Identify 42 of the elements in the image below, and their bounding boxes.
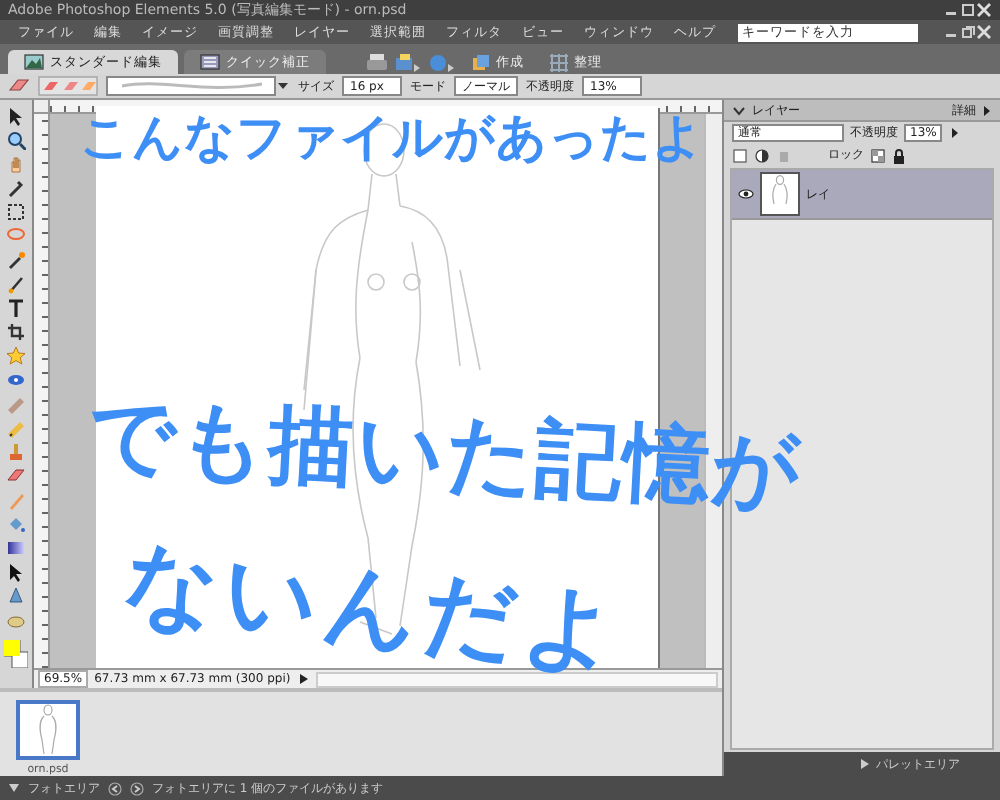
eye-icon[interactable]	[738, 186, 754, 202]
gradient-icon[interactable]	[6, 538, 26, 558]
figure-sketch-icon	[36, 704, 60, 756]
shape-select-icon[interactable]	[6, 562, 26, 582]
paint-bucket-icon[interactable]	[6, 514, 26, 534]
eyedropper-icon[interactable]	[6, 178, 26, 198]
eraser-modes-icon[interactable]	[38, 76, 98, 96]
printer-icon[interactable]	[366, 52, 388, 74]
landscape-icon	[24, 54, 44, 70]
magic-wand-icon[interactable]	[6, 250, 26, 270]
close-icon[interactable]	[976, 24, 992, 40]
restore-icon[interactable]	[960, 24, 976, 40]
type-icon[interactable]	[6, 298, 26, 318]
star-icon[interactable]	[6, 346, 26, 366]
move-icon[interactable]	[6, 106, 26, 126]
marquee-icon[interactable]	[6, 202, 26, 222]
new-layer-icon[interactable]	[732, 147, 748, 163]
arrow-right-icon	[982, 103, 992, 117]
arrow-right-icon[interactable]	[296, 672, 311, 686]
magnifier-icon[interactable]	[6, 130, 26, 150]
triangle-down-icon[interactable]	[8, 782, 20, 794]
maximize-icon[interactable]	[960, 2, 976, 18]
horizontal-scrollbar[interactable]	[316, 671, 718, 687]
file-thumbnail[interactable]	[16, 700, 80, 760]
lock-transparency-icon[interactable]	[870, 147, 886, 163]
selection-brush-icon[interactable]	[6, 274, 26, 294]
crop-icon[interactable]	[6, 322, 26, 342]
color-swatches-icon[interactable]	[4, 640, 28, 668]
figure-sketch-icon	[770, 174, 790, 210]
lock-icon[interactable]	[892, 147, 906, 163]
arrow-left-icon[interactable]	[108, 781, 122, 795]
handwritten-text: でも描いた記憶が	[86, 393, 804, 517]
adjustment-layer-icon[interactable]	[754, 147, 770, 163]
collapse-icon[interactable]	[732, 103, 746, 117]
arrow-right-icon[interactable]	[948, 126, 963, 140]
brush-preset-field[interactable]	[106, 76, 290, 96]
grid-icon	[550, 53, 568, 71]
eye-tool-icon[interactable]	[6, 370, 26, 390]
clone-stamp-icon[interactable]	[6, 442, 26, 462]
photo-stack-icon	[472, 53, 490, 71]
close-icon[interactable]	[976, 2, 992, 18]
eraser-icon[interactable]	[6, 466, 26, 486]
